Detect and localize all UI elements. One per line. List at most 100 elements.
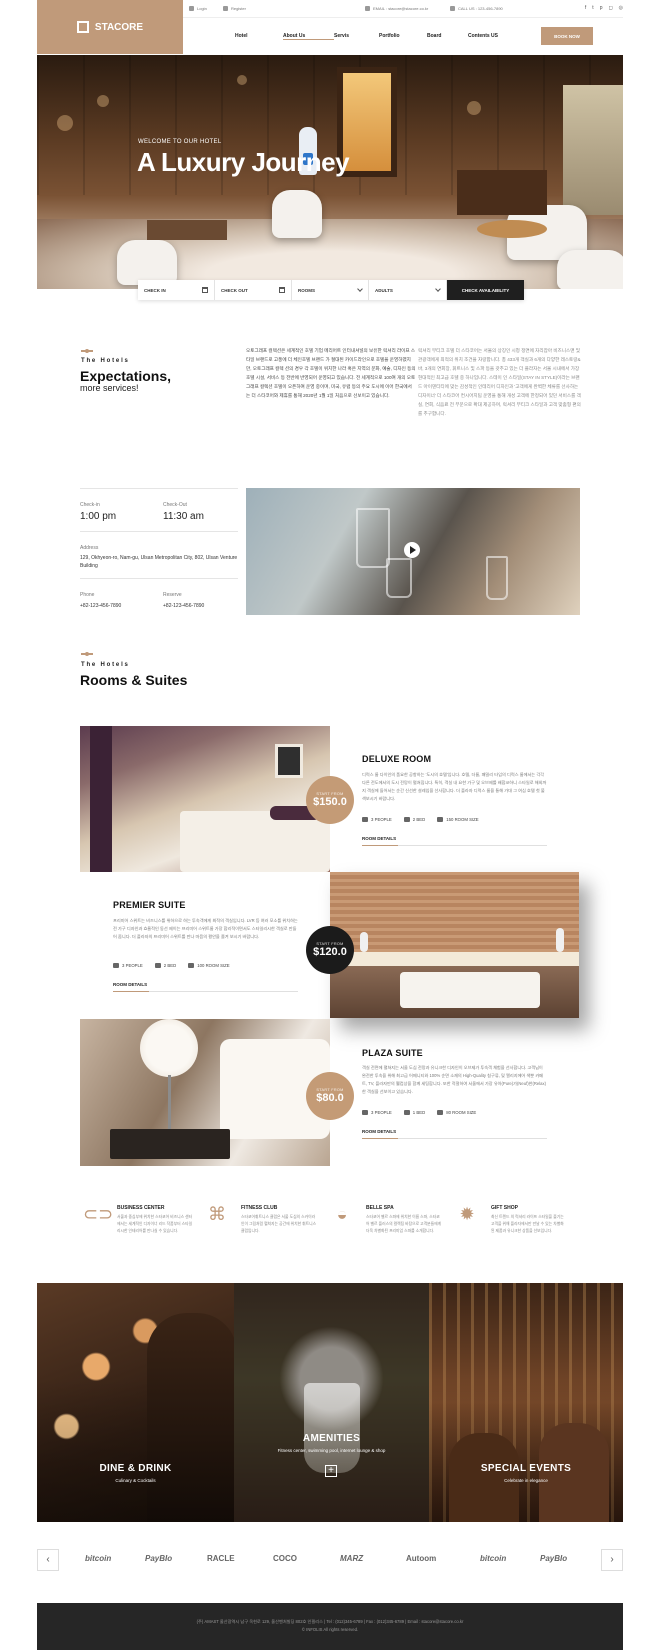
intro-eyebrow: The Hotels <box>81 358 130 364</box>
logo[interactable]: STACORE <box>37 0 183 54</box>
amenities-subtitle: Fitness center, swimming pool, internet … <box>277 1448 386 1453</box>
nav-portfolio[interactable]: Portfolio <box>379 33 427 40</box>
pinterest-icon[interactable]: p <box>600 5 603 11</box>
partner-logo[interactable]: bitcoin <box>480 1554 506 1563</box>
dine-drink-subtitle: Culinary & Cocktails <box>115 1478 156 1483</box>
accent-divider <box>81 349 93 353</box>
facebook-icon[interactable]: f <box>585 5 586 11</box>
resize-icon <box>188 963 195 968</box>
feature-banner: DINE & DRINK Culinary & Cocktails AMENIT… <box>37 1283 623 1522</box>
plaza-suite-title: PLAZA SUITE <box>362 1048 423 1058</box>
nav-about-us[interactable]: About Us <box>283 33 334 40</box>
special-events-title: SPECIAL EVENTS <box>480 1463 572 1474</box>
nav-board[interactable]: Board <box>427 33 468 40</box>
check-out-field[interactable]: CHECK OUT <box>215 280 292 300</box>
checkout-value: 11:30 am <box>163 511 204 522</box>
check-availability-button[interactable]: CHECK AVAILABILITY <box>447 280 524 300</box>
social-links: f t p ◻ ◎ <box>585 5 623 11</box>
instagram-icon[interactable]: ◻ <box>608 5 612 11</box>
drop-icon: ◒ <box>336 1204 348 1224</box>
nav-hotel[interactable]: Hotel <box>235 33 283 40</box>
play-icon[interactable] <box>404 542 420 558</box>
premier-suite-text: 프리미어 스위트는 비즈니스를 위하으로 하는 투숙객에게 최적의 객실입니다.… <box>113 918 298 939</box>
address-value: 129, Okhyeon-ro, Nam-gu, Ulsan Metropoli… <box>80 555 238 569</box>
partner-logo[interactable]: PayBIo <box>540 1554 567 1563</box>
premier-suite-image <box>330 872 579 1018</box>
book-now-button[interactable]: BOOK NOW <box>541 27 593 45</box>
user-icon <box>189 6 194 11</box>
check-out-label: CHECK OUT <box>221 287 248 293</box>
hero-subtitle: WELCOME TO OUR HOTEL <box>138 139 222 145</box>
partner-logo[interactable]: RACLE <box>207 1554 235 1563</box>
dine-drink-panel[interactable]: DINE & DRINK Culinary & Cocktails <box>37 1283 234 1522</box>
nav-servis[interactable]: Servis <box>334 33 379 40</box>
deluxe-room-image <box>80 726 330 872</box>
hero-title: A Luxury Journey <box>137 147 350 177</box>
phone-value: +82-123-456-7890 <box>80 603 122 609</box>
carousel-prev-button[interactable]: ‹ <box>37 1549 59 1571</box>
login-link[interactable]: Login <box>189 6 207 11</box>
accent-divider <box>81 652 93 656</box>
register-label: Register <box>231 6 246 11</box>
phone-icon <box>450 6 455 11</box>
carousel-next-button[interactable]: › <box>601 1549 623 1571</box>
rooms-select[interactable]: ROOMS <box>292 280 369 300</box>
plaza-suite-image <box>80 1019 330 1166</box>
deluxe-room-title: DELUXE ROOM <box>362 754 432 764</box>
intro-paragraph-2: 럭셔리 부티크 호텔 더 스타코어는 서울의 상징인 시청 정면에 자리잡아 비… <box>418 348 581 416</box>
partner-logos-carousel: ‹ bitcoin PayBIo RACLE COCO MARZ Autoom … <box>37 1549 623 1573</box>
partner-logo[interactable]: bitcoin <box>85 1554 111 1563</box>
plaza-price-badge: START FROM $80.0 <box>306 1072 354 1120</box>
deluxe-room-details-link[interactable]: ROOM DETAILS <box>362 836 396 841</box>
twitter-icon[interactable]: t <box>592 5 593 11</box>
special-events-panel[interactable]: SPECIAL EVENTS Celebrate in elegance <box>429 1283 623 1522</box>
call-text: CALL US : 123-456-7890 <box>458 6 503 11</box>
checkin-value: 1:00 pm <box>80 511 117 522</box>
capsule-icon: ⊂⊃ <box>83 1204 114 1224</box>
video-thumbnail[interactable] <box>246 488 580 615</box>
adults-label: ADULTS <box>375 287 393 293</box>
plus-icon[interactable]: + <box>325 1465 337 1477</box>
main-nav: Hotel About Us Servis Portfolio Board Co… <box>235 33 518 40</box>
sun-icon: ✹ <box>459 1204 475 1224</box>
footer: (주) AMAST 울산광역시 남구 옥현로 129, 울산벤처빌딩 802호 … <box>37 1603 623 1650</box>
check-in-field[interactable]: CHECK IN <box>138 280 215 300</box>
partner-logo[interactable]: PayBIo <box>145 1554 172 1563</box>
premier-suite-details-link[interactable]: ROOM DETAILS <box>113 982 147 987</box>
user-plus-icon <box>223 6 228 11</box>
adults-select[interactable]: ADULTS <box>369 280 447 300</box>
partner-logo[interactable]: Autoom <box>406 1554 436 1563</box>
deluxe-room-meta: 3 PEOPLE 2 BED 150 ROOM SIZE <box>362 817 479 822</box>
mail-icon <box>365 6 370 11</box>
plaza-suite-details-link[interactable]: ROOM DETAILS <box>362 1129 396 1134</box>
logo-text: STACORE <box>94 21 144 33</box>
rooms-heading: Rooms & Suites <box>80 672 188 688</box>
calendar-icon <box>279 287 285 293</box>
check-in-label: CHECK IN <box>144 287 166 293</box>
special-events-subtitle: Celebrate in elegance <box>504 1478 548 1483</box>
booking-bar: CHECK IN CHECK OUT ROOMS ADULTS CHECK AV… <box>138 280 524 300</box>
register-link[interactable]: Register <box>223 6 246 11</box>
checkout-label: Check-Out <box>163 502 187 508</box>
partner-logo[interactable]: MARZ <box>340 1554 363 1563</box>
reserve-value: +82-123-456-7890 <box>163 603 205 609</box>
nav-contents-us[interactable]: Contents US <box>468 33 518 40</box>
bed-icon <box>403 1110 410 1115</box>
address-label: Address <box>80 545 99 551</box>
logo-mark-icon <box>76 21 89 33</box>
rooms-eyebrow: The Hotels <box>81 662 130 668</box>
chevron-down-icon <box>435 286 441 292</box>
amenities-title: AMENITIES <box>302 1433 361 1444</box>
intro-heading: Expectations, <box>80 368 172 384</box>
phone-label: Phone <box>80 592 95 598</box>
page: STACORE Login Register EMAIL : stacore@s… <box>0 0 660 1650</box>
people-icon <box>113 963 119 968</box>
dribbble-icon[interactable]: ◎ <box>619 5 623 11</box>
dine-drink-title: DINE & DRINK <box>99 1463 172 1474</box>
calendar-icon <box>202 287 208 293</box>
bed-icon <box>154 963 161 968</box>
deluxe-price-badge: START FROM $150.0 <box>306 776 354 824</box>
partner-logo[interactable]: COCO <box>273 1554 297 1563</box>
email-text: EMAIL : stacore@stacore.co.kr <box>373 6 429 11</box>
amenities-panel[interactable]: AMENITIES Fitness center, swimming pool,… <box>234 1283 429 1522</box>
